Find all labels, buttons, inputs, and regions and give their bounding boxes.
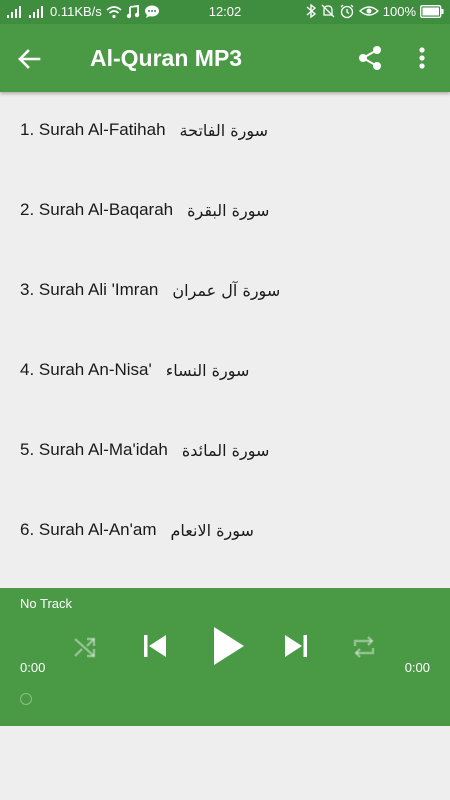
share-icon	[359, 46, 381, 70]
repeat-button[interactable]	[349, 632, 379, 666]
skip-next-icon	[285, 635, 307, 657]
elapsed-time: 0:00	[20, 660, 46, 675]
audio-player: No Track 0:00 0:00	[0, 588, 450, 726]
app-title: Al-Quran MP3	[90, 45, 243, 71]
play-icon	[214, 627, 244, 665]
track-title: No Track	[20, 596, 73, 611]
status-right: 100%	[305, 3, 444, 19]
back-button[interactable]	[14, 44, 44, 74]
surah-list-item[interactable]: 3. Surah Ali 'Imran سورة آل عمران	[0, 252, 450, 332]
battery-level: 100%	[382, 3, 416, 19]
alarm-icon	[340, 4, 354, 19]
surah-name: 6. Surah Al-An'am	[20, 520, 157, 539]
more-vert-icon	[419, 47, 425, 69]
next-button[interactable]	[280, 630, 312, 666]
surah-arabic-name: سورة النساء	[165, 360, 250, 380]
notifications-off-icon	[321, 4, 335, 18]
surah-list-item[interactable]: 2. Surah Al-Baqarah سورة البقرة	[0, 172, 450, 252]
surah-list: 1. Surah Al-Fatihah سورة الفاتحة 2. Sura…	[0, 92, 450, 572]
surah-list-item[interactable]: 4. Surah An-Nisa' سورة النساء	[0, 332, 450, 412]
surah-name: 1. Surah Al-Fatihah	[20, 120, 166, 139]
bluetooth-icon	[306, 3, 316, 19]
more-options-button[interactable]	[410, 43, 434, 73]
shuffle-icon	[74, 637, 96, 658]
previous-button[interactable]	[139, 630, 171, 666]
arrow-back-icon	[18, 49, 41, 69]
seek-bar-thumb[interactable]	[20, 693, 32, 705]
surah-arabic-name: سورة البقرة	[187, 200, 270, 220]
surah-arabic-name: سورة المائدة	[181, 440, 270, 460]
surah-list-item[interactable]: 1. Surah Al-Fatihah سورة الفاتحة	[0, 92, 450, 172]
share-button[interactable]	[355, 43, 385, 73]
eye-icon	[358, 6, 379, 16]
surah-arabic-name: سورة الانعام	[170, 520, 254, 540]
play-button[interactable]	[208, 624, 248, 672]
surah-name: 3. Surah Ali 'Imran	[20, 280, 159, 299]
surah-name: 4. Surah An-Nisa'	[20, 360, 152, 379]
surah-arabic-name: سورة الفاتحة	[179, 120, 269, 140]
surah-arabic-name: سورة آل عمران	[172, 280, 281, 300]
app-bar: Al-Quran MP3	[0, 24, 450, 92]
status-bar: 0.11KB/s 12:02 100%	[0, 0, 450, 24]
battery-icon	[420, 4, 444, 18]
shuffle-button[interactable]	[70, 632, 100, 666]
repeat-icon	[353, 636, 375, 658]
skip-previous-icon	[144, 635, 166, 657]
surah-name: 5. Surah Al-Ma'idah	[20, 440, 168, 459]
surah-name: 2. Surah Al-Baqarah	[20, 200, 174, 219]
surah-list-item[interactable]: 5. Surah Al-Ma'idah سورة المائدة	[0, 412, 450, 492]
total-duration: 0:00	[404, 660, 430, 675]
surah-list-item[interactable]: 6. Surah Al-An'am سورة الانعام	[0, 492, 450, 572]
